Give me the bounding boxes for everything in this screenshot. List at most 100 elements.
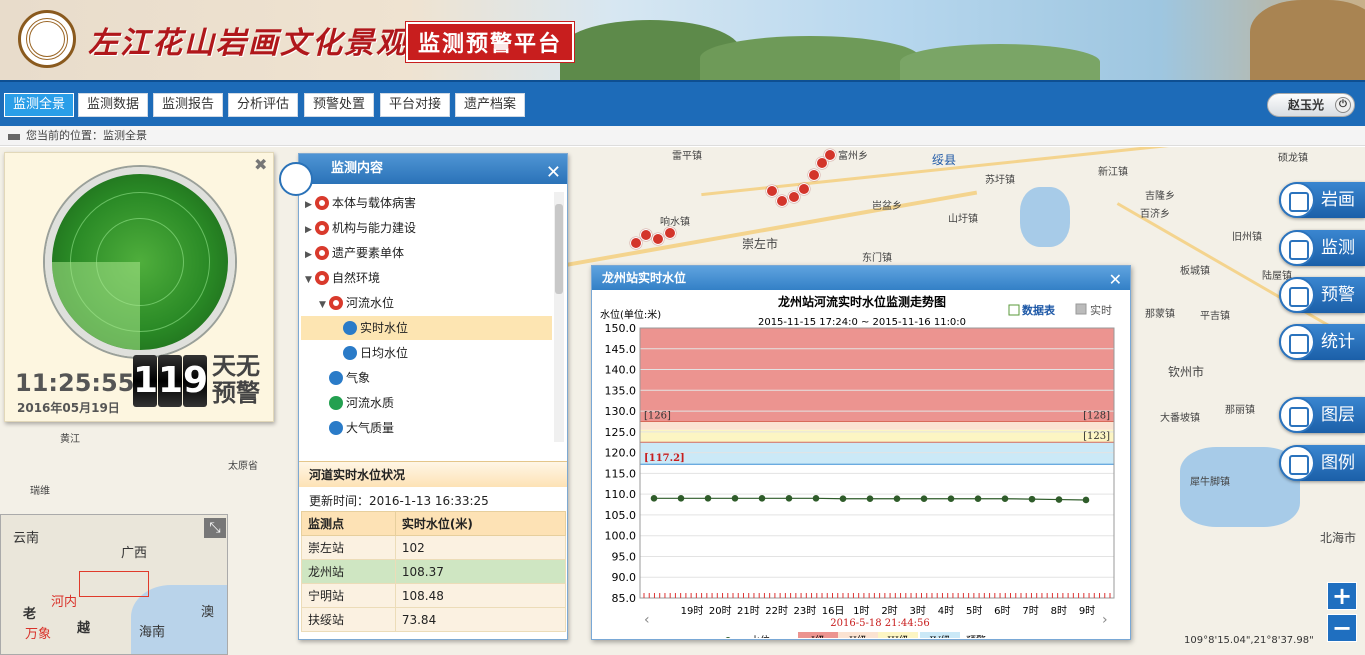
tree-item-weather[interactable]: 气象 (329, 366, 370, 390)
table-icon (1008, 304, 1020, 316)
y-tick-label: 115.0 (605, 467, 637, 480)
tool-warning[interactable]: 预警 (1279, 277, 1365, 313)
map-label: 富州乡 (838, 151, 868, 162)
close-icon[interactable]: ✕ (1109, 268, 1122, 292)
data-table-link[interactable]: 数据表 (1022, 303, 1056, 317)
site-marker[interactable] (640, 229, 652, 241)
update-time: 更新时间：2016-1-13 16:33:25 (309, 494, 489, 508)
monitor-tree: ▶ 本体与载体病害 ▶ 机构与能力建设 ▶ 遗产要素单体 ▼ 自然环境 ▼ 河流水位 实时… (299, 187, 555, 449)
minimap-toggle-icon[interactable]: ⤡ (204, 518, 226, 538)
map-label: 绥县 (932, 153, 957, 167)
minimap-label: 越 (77, 621, 91, 636)
air-quality-icon (329, 421, 343, 435)
data-point (1028, 495, 1036, 503)
water-level-icon (343, 346, 357, 360)
threshold-label: [117.2] (644, 453, 685, 464)
y-axis-label: 水位(单位:米) (600, 308, 661, 321)
map-label: 瑞维 (30, 486, 50, 497)
legend-label: 预警 (966, 634, 986, 638)
site-marker[interactable] (824, 149, 836, 161)
tree-item-air-quality[interactable]: 大气质量 (329, 416, 394, 440)
data-point (974, 495, 982, 503)
zoom-out-button[interactable]: − (1327, 614, 1357, 642)
tree-item-river-level[interactable]: ▼ 河流水位 (319, 291, 394, 315)
rock-art-icon (1279, 182, 1315, 218)
site-marker[interactable] (808, 169, 820, 181)
table-row[interactable]: 宁明站 108.48 (301, 583, 567, 608)
nav-item-warning[interactable]: 预警处置 (304, 93, 375, 117)
tool-monitor[interactable]: 监测 (1279, 230, 1365, 266)
eye-icon (329, 296, 343, 310)
site-marker[interactable] (776, 195, 788, 207)
site-marker[interactable] (766, 185, 778, 197)
nav-item-overview[interactable]: 监测全景 (4, 93, 75, 117)
site-marker[interactable] (664, 227, 676, 239)
logout-icon[interactable]: ⏻ (1335, 97, 1351, 113)
data-point (812, 495, 820, 502)
x-tick-label: 16日 (822, 606, 845, 617)
tool-statistics[interactable]: 统计 (1279, 324, 1365, 360)
app-root: 左江花山岩画文化景观 监测预警平台 监测全景 监测数据 监测报告 分析评估 预警… (0, 0, 1365, 655)
x-tick-label: 20时 (709, 605, 732, 617)
chart-next-arrow[interactable]: › (1102, 612, 1108, 628)
x-tick-label: 6时 (994, 605, 1010, 617)
days-digit: 9 (183, 355, 208, 407)
x-tick-label: 9时 (1079, 605, 1095, 617)
monitor-content-panel: 监测内容 ✕ ▶ 本体与载体病害 ▶ 机构与能力建设 ▶ 遗产要素单体 ▼ 自然环境 ▼… (279, 153, 568, 640)
close-icon[interactable]: ✖ (254, 155, 267, 174)
x-tick-label: 8时 (1051, 605, 1067, 617)
nav-item-archive[interactable]: 遗产档案 (455, 93, 526, 117)
nav-item-report[interactable]: 监测报告 (153, 93, 224, 117)
map-label: 太原省 (228, 461, 258, 472)
site-marker[interactable] (630, 237, 642, 249)
tree-item-natural-env[interactable]: ▼ 自然环境 (305, 266, 380, 290)
tool-rock-art[interactable]: 岩画 (1279, 182, 1365, 218)
table-row[interactable]: 龙州站 108.37 (301, 559, 567, 584)
chart-prev-arrow[interactable]: ‹ (644, 612, 650, 628)
site-marker[interactable] (798, 183, 810, 195)
banner-scenery (900, 44, 1100, 80)
home-icon[interactable] (8, 130, 20, 140)
x-tick-label: 1时 (853, 605, 869, 617)
y-tick-label: 130.0 (605, 405, 637, 418)
nav-item-analysis[interactable]: 分析评估 (228, 93, 299, 117)
close-icon[interactable]: ✕ (546, 158, 561, 188)
map-label: 崇左市 (742, 237, 779, 251)
overview-minimap[interactable]: 云南 广西 河内 老 越 万象 海南 澳 ⤡ (0, 514, 228, 655)
minimap-label: 河内 (51, 595, 78, 610)
table-row[interactable]: 崇左站 102 (301, 535, 567, 560)
days-no-warning-label: 天无预警 (212, 352, 260, 407)
tree-item-realtime-level[interactable]: 实时水位 (301, 316, 552, 340)
nav-item-data[interactable]: 监测数据 (78, 93, 149, 117)
tree-item-water-quality[interactable]: 河流水质 (329, 391, 394, 415)
tool-layers[interactable]: 图层 (1279, 397, 1365, 433)
zoom-in-button[interactable]: + (1327, 582, 1357, 610)
data-point (677, 495, 685, 502)
map-label: 旧州镇 (1232, 232, 1262, 243)
tool-legend[interactable]: 图例 (1279, 445, 1365, 481)
minimap-label: 广西 (121, 546, 148, 561)
data-point (650, 495, 658, 502)
map-label: 苏圩镇 (985, 175, 1015, 186)
map-label: 硕龙镇 (1278, 153, 1308, 164)
x-tick-label: 2时 (881, 605, 897, 617)
warning-band-2 (640, 421, 1114, 430)
water-level-table: 监测点 实时水位(米) 崇左站 102 龙州站 108.37 宁明站 108.48 扶绥… (301, 511, 567, 632)
tree-item-heritage-element[interactable]: ▶ 遗产要素单体 (305, 241, 404, 265)
realtime-checkbox[interactable] (1075, 303, 1087, 315)
x-tick-label: 5时 (966, 605, 982, 617)
map-label: 百济乡 (1140, 209, 1170, 220)
y-tick-label: 105.0 (605, 509, 637, 522)
minimap-viewport[interactable] (79, 571, 149, 597)
user-button[interactable]: 赵玉光 ⏻ (1267, 93, 1355, 117)
tree-item-daily-level[interactable]: 日均水位 (343, 341, 408, 365)
site-marker[interactable] (788, 191, 800, 203)
tree-scrollbar[interactable] (554, 192, 564, 442)
data-point (866, 495, 874, 503)
site-marker[interactable] (652, 233, 664, 245)
table-row[interactable]: 扶绥站 73.84 (301, 607, 567, 632)
tree-item-capacity[interactable]: ▶ 机构与能力建设 (305, 216, 416, 240)
legend-label: IV级 (929, 635, 950, 638)
nav-item-integration[interactable]: 平台对接 (380, 93, 451, 117)
tree-item-disease[interactable]: ▶ 本体与载体病害 (305, 191, 416, 215)
